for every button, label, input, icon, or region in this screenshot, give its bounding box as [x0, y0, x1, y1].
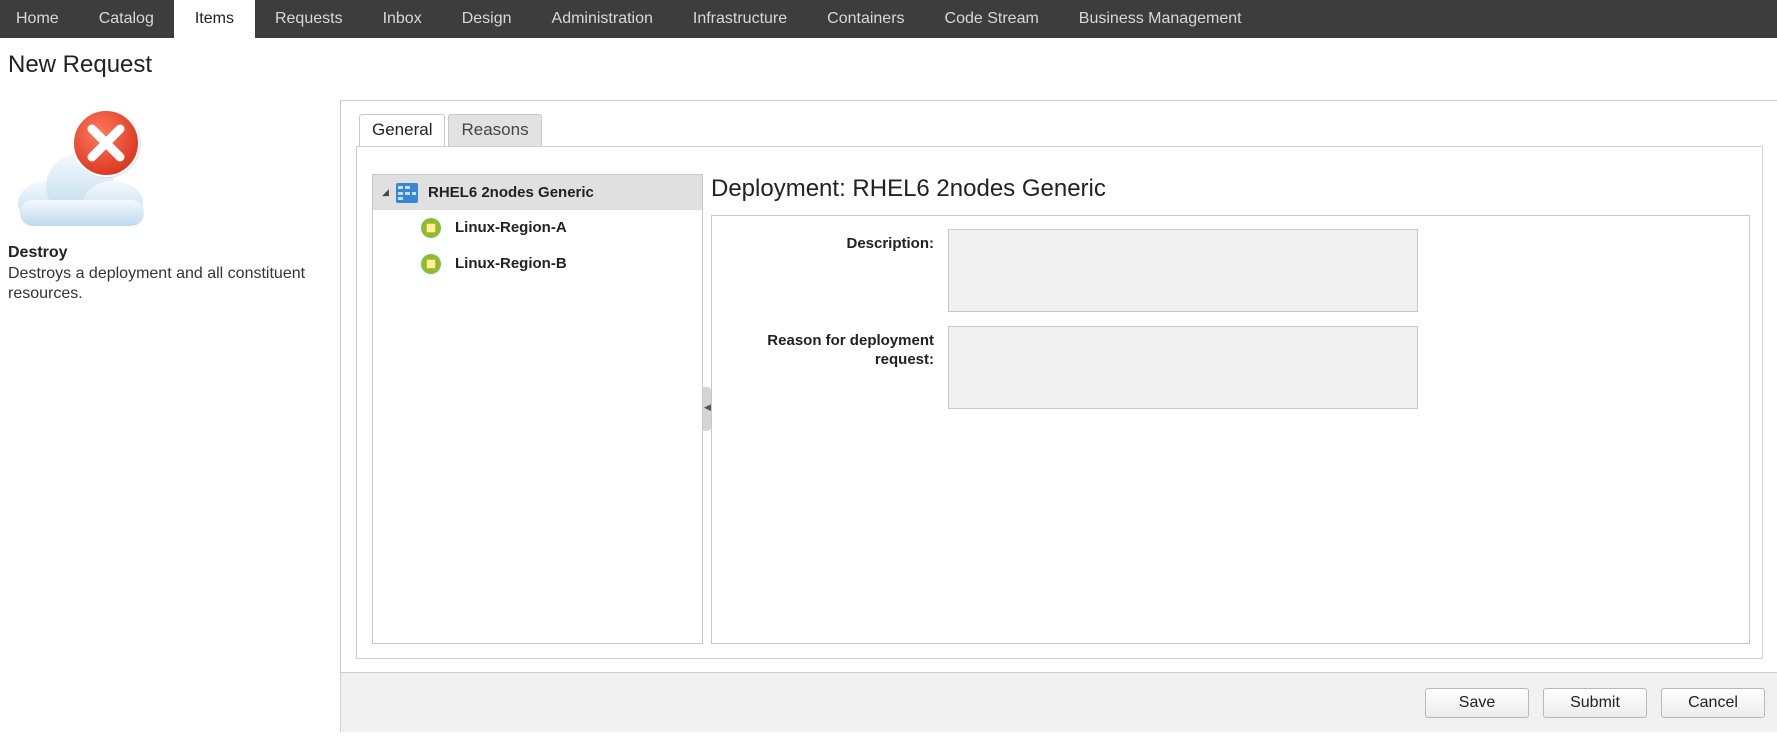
deployment-tree: ◢ RHEL6 2nodes Generic Linux-Region-A Li… — [372, 174, 703, 644]
nav-tab-home[interactable]: Home — [0, 0, 79, 38]
general-tab-content: ◢ RHEL6 2nodes Generic Linux-Region-A Li… — [356, 146, 1763, 659]
cancel-button[interactable]: Cancel — [1661, 688, 1765, 718]
panel-splitter[interactable]: ◀ — [703, 387, 711, 431]
nav-tab-design[interactable]: Design — [442, 0, 532, 38]
catalog-item-description: Destroys a deployment and all constituen… — [8, 265, 306, 302]
nav-tab-business-management[interactable]: Business Management — [1059, 0, 1262, 38]
catalog-item-name: Destroy — [8, 244, 68, 261]
collapse-left-icon[interactable]: ◀ — [704, 402, 711, 413]
tree-item-deployment[interactable]: ◢ RHEL6 2nodes Generic — [373, 175, 702, 210]
tree-item-label: RHEL6 2nodes Generic — [428, 184, 594, 201]
detail-form: Description: Reason for deployment reque… — [711, 215, 1750, 644]
top-navigation: Home Catalog Items Requests Inbox Design… — [0, 0, 1777, 38]
machine-icon — [420, 253, 442, 275]
reason-label: Reason for deployment request: — [767, 332, 934, 368]
nav-tab-requests[interactable]: Requests — [255, 0, 363, 38]
request-form-panel: General Reasons ◢ RHEL6 2nodes Generic L… — [340, 100, 1777, 732]
tree-item-machine[interactable]: Linux-Region-B — [373, 246, 702, 281]
page-title: New Request — [8, 51, 153, 78]
reason-field[interactable] — [948, 326, 1418, 409]
form-tabs: General Reasons — [359, 114, 542, 147]
tree-item-machine[interactable]: Linux-Region-A — [373, 210, 702, 245]
expand-triangle-icon[interactable]: ◢ — [382, 187, 392, 198]
nav-tab-inbox[interactable]: Inbox — [363, 0, 442, 38]
description-label: Description: — [846, 235, 934, 252]
save-button[interactable]: Save — [1425, 688, 1529, 718]
nav-tab-administration[interactable]: Administration — [532, 0, 673, 38]
cloud-destroy-icon — [10, 108, 150, 233]
deployment-icon — [395, 182, 419, 204]
machine-icon — [420, 217, 442, 239]
nav-tab-containers[interactable]: Containers — [807, 0, 924, 38]
description-field[interactable] — [948, 229, 1418, 312]
tree-item-label: Linux-Region-B — [455, 255, 567, 272]
detail-title: Deployment: RHEL6 2nodes Generic — [711, 175, 1106, 202]
nav-tab-infrastructure[interactable]: Infrastructure — [673, 0, 807, 38]
form-footer: Save Submit Cancel — [341, 672, 1777, 732]
tab-general[interactable]: General — [359, 114, 446, 147]
nav-tab-code-stream[interactable]: Code Stream — [925, 0, 1059, 38]
tab-reasons[interactable]: Reasons — [448, 114, 542, 146]
nav-tab-catalog[interactable]: Catalog — [79, 0, 174, 38]
submit-button[interactable]: Submit — [1543, 688, 1647, 718]
nav-tab-items[interactable]: Items — [173, 0, 255, 38]
tree-item-label: Linux-Region-A — [455, 219, 567, 236]
